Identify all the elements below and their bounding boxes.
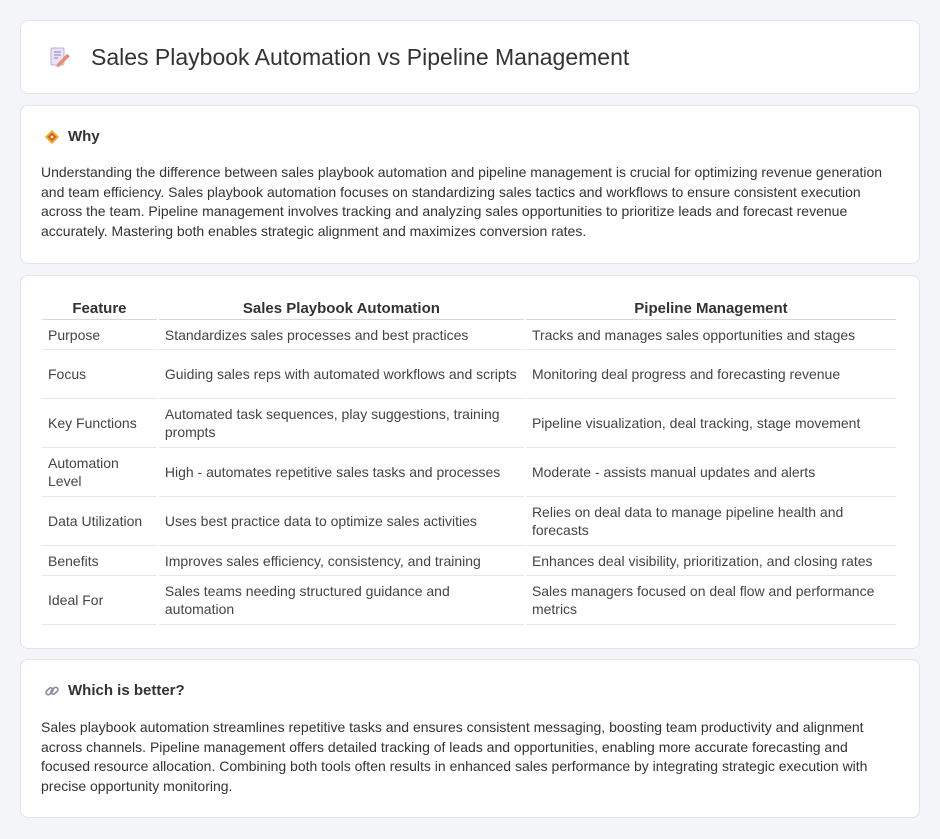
table-cell: Monitoring deal progress and forecasting… (525, 350, 896, 399)
table-cell: Uses best practice data to optimize sale… (158, 497, 524, 546)
table-cell: Pipeline visualization, deal tracking, s… (525, 399, 896, 448)
table-row: Benefits Improves sales efficiency, cons… (42, 546, 896, 576)
why-heading: Why (44, 128, 899, 145)
table-cell: Enhances deal visibility, prioritization… (525, 546, 896, 576)
which-heading: Which is better? (44, 682, 899, 699)
table-row: Focus Guiding sales reps with automated … (42, 350, 896, 399)
column-header-sales-playbook-automation: Sales Playbook Automation (158, 296, 524, 320)
why-heading-label: Why (68, 128, 100, 145)
table-row: Automation Level High - automates repeti… (42, 448, 896, 497)
link-icon (44, 683, 60, 699)
table-cell: Tracks and manages sales opportunities a… (525, 320, 896, 350)
table-cell: Relies on deal data to manage pipeline h… (525, 497, 896, 546)
table-cell-feature: Ideal For (42, 576, 157, 625)
table-cell: Standardizes sales processes and best pr… (158, 320, 524, 350)
table-cell: Moderate - assists manual updates and al… (525, 448, 896, 497)
table-cell-feature: Benefits (42, 546, 157, 576)
document-pencil-icon (47, 45, 71, 69)
table-row: Purpose Standardizes sales processes and… (42, 320, 896, 350)
table-row: Ideal For Sales teams needing structured… (42, 576, 896, 625)
header-card: Sales Playbook Automation vs Pipeline Ma… (20, 20, 920, 94)
table-cell-feature: Automation Level (42, 448, 157, 497)
why-text: Understanding the difference between sal… (41, 164, 883, 239)
table-cell: Automated task sequences, play suggestio… (158, 399, 524, 448)
which-text: Sales playbook automation streamlines re… (41, 719, 868, 794)
comparison-table-card: Feature Sales Playbook Automation Pipeli… (20, 275, 920, 649)
table-row: Data Utilization Uses best practice data… (42, 497, 896, 546)
page-title: Sales Playbook Automation vs Pipeline Ma… (91, 43, 630, 70)
table-cell-feature: Data Utilization (42, 497, 157, 546)
comparison-table: Feature Sales Playbook Automation Pipeli… (40, 296, 898, 625)
why-section: Why Understanding the difference between… (20, 105, 920, 264)
which-section: Which is better? Sales playbook automati… (20, 659, 920, 818)
column-header-feature: Feature (42, 296, 157, 320)
which-heading-label: Which is better? (68, 682, 185, 699)
table-cell: High - automates repetitive sales tasks … (158, 448, 524, 497)
table-cell: Improves sales efficiency, consistency, … (158, 546, 524, 576)
table-header-row: Feature Sales Playbook Automation Pipeli… (42, 296, 896, 320)
table-cell-feature: Key Functions (42, 399, 157, 448)
column-header-pipeline-management: Pipeline Management (525, 296, 896, 320)
table-cell: Sales managers focused on deal flow and … (525, 576, 896, 625)
table-row: Key Functions Automated task sequences, … (42, 399, 896, 448)
table-cell: Sales teams needing structured guidance … (158, 576, 524, 625)
table-cell: Guiding sales reps with automated workfl… (158, 350, 524, 399)
diamond-sign-icon (44, 129, 60, 145)
table-cell-feature: Focus (42, 350, 157, 399)
table-cell-feature: Purpose (42, 320, 157, 350)
